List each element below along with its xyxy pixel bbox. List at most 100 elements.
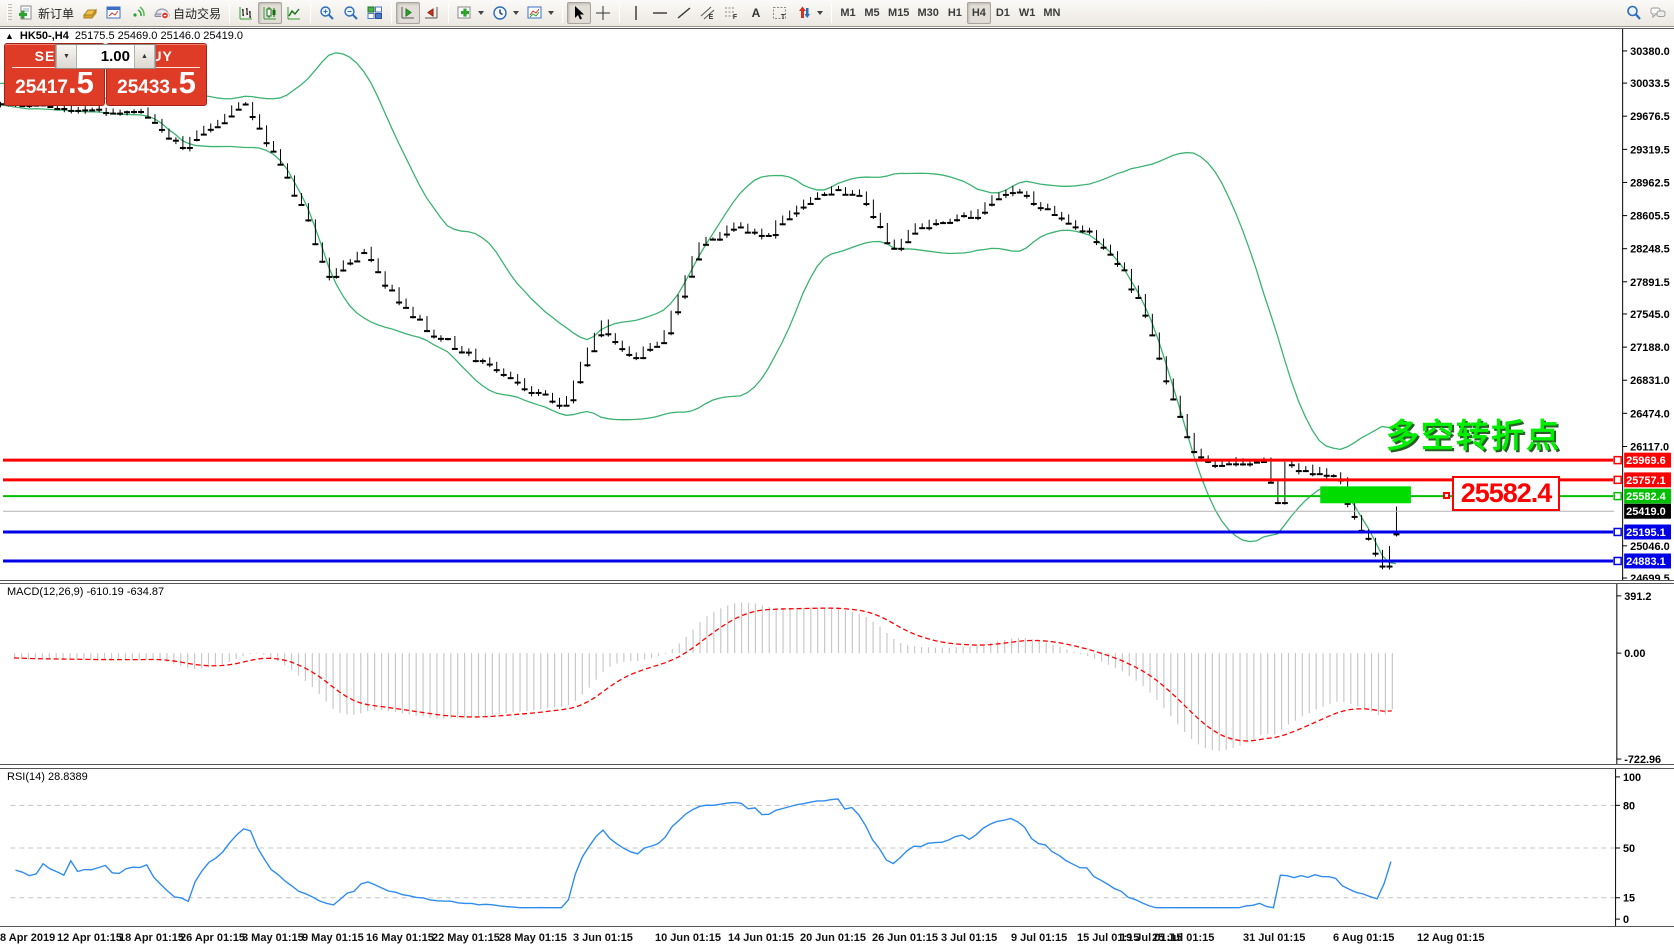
toolbar-tf-m1-button[interactable]: M1 [836,2,860,24]
time-label: 26 Jun 01:15 [872,932,938,944]
auto-trading-icon [154,5,170,21]
toolbar-candlestick-chart-button[interactable] [258,2,282,24]
dropdown-arrow-icon [548,11,554,15]
svg-text:26117.0: 26117.0 [1630,441,1669,453]
time-label: 3 May 01:15 [242,932,304,944]
toolbar-trendline-button[interactable] [672,2,696,24]
toolbar-vertical-line-button[interactable] [624,2,648,24]
toolbar-auto-trading-button[interactable]: 自动交易 [150,2,225,24]
toolbar-text-button[interactable]: A [744,2,768,24]
svg-text:25046.0: 25046.0 [1630,541,1670,553]
toolbar-crosshair-button[interactable] [591,2,615,24]
profiles-icon [82,5,98,21]
buy-price: 25433.5 [107,65,206,101]
svg-text:0: 0 [1623,914,1629,926]
svg-text:30380.0: 30380.0 [1630,46,1670,58]
toolbar-grip[interactable] [7,4,12,22]
toolbar-tf-m5-button[interactable]: M5 [860,2,884,24]
bollinger-lower-band[interactable] [0,104,1396,564]
toolbar-zoom-out-button[interactable] [339,2,363,24]
svg-text:29676.5: 29676.5 [1630,111,1670,123]
toolbar-tf-w1-button[interactable]: W1 [1015,2,1040,24]
toolbar-tf-mn-button[interactable]: MN [1039,2,1064,24]
svg-text:25419.0: 25419.0 [1626,506,1666,518]
one-click-trade-panel: SELL 25417.5 BUY 25433.5 ▼ ▲ [4,43,207,106]
time-label: 3 Jun 01:15 [573,932,633,944]
time-label: 3 Jul 01:15 [941,932,997,944]
time-label: 14 Jun 01:15 [728,932,794,944]
toolbar-bar-chart-button[interactable] [234,2,258,24]
toolbar-tf-d1-label: D1 [996,7,1010,19]
toolbar-chart-shift-button[interactable] [420,2,444,24]
toolbar-signals-button[interactable] [126,2,150,24]
toolbar-tile-windows-button[interactable] [363,2,387,24]
time-label: 6 Aug 01:15 [1333,932,1394,944]
toolbar-tf-m30-label: M30 [917,7,938,19]
text-icon: A [748,5,764,21]
price-callout-anchor[interactable] [1443,492,1450,499]
bar-chart-icon [238,5,254,21]
volume-decrease-button[interactable]: ▼ [56,45,77,68]
toolbar-arrows-button[interactable] [792,2,827,24]
price-chart-pane[interactable]: 25969.625757.125582.425195.124883.125419… [0,28,1674,581]
toolbar-tf-d1-button[interactable]: D1 [991,2,1015,24]
time-label: 26 Apr 01:15 [180,932,245,944]
svg-text:391.2: 391.2 [1624,591,1651,603]
one-click-collapse-icon[interactable]: ▲ [5,31,14,41]
volume-stepper: ▼ ▲ [55,44,156,69]
svg-text:27188.0: 27188.0 [1630,342,1670,354]
volume-increase-button[interactable]: ▲ [134,45,155,68]
toolbar-tf-h4-button[interactable]: H4 [967,2,991,24]
green-zone-annotation[interactable] [1320,486,1411,503]
candle-wicks [1,100,1397,570]
macd-pane[interactable]: 391.20.00-722.96 [0,583,1674,765]
rsi-pane[interactable]: 1008050150 [0,768,1674,927]
turning-point-annotation[interactable]: 多空转折点 [1386,409,1561,457]
candlestick-chart-icon [262,5,278,21]
toolbar-text-label-button[interactable]: T [768,2,792,24]
toolbar-separator [831,3,832,23]
toolbar-separator [562,3,563,23]
toolbar-horizontal-line-button[interactable] [648,2,672,24]
bollinger-upper-band[interactable] [0,53,1396,450]
time-axis[interactable]: 8 Apr 201912 Apr 01:1518 Apr 01:1526 Apr… [0,929,1674,951]
toolbar-profiles-button[interactable] [78,2,102,24]
chart-shift-icon [424,5,440,21]
toolbar-cursor-button[interactable] [567,2,591,24]
toolbar-search-button[interactable] [1622,2,1646,24]
toolbar-equidistant-channel-button[interactable]: E [696,2,720,24]
macd-histogram [15,602,1393,750]
auto-scroll-icon [400,5,416,21]
toolbar-line-chart-button[interactable] [282,2,306,24]
toolbar-periods-button[interactable] [488,2,523,24]
toolbar-chat-button[interactable] [1646,2,1670,24]
svg-text:80: 80 [1623,800,1635,812]
crosshair-icon [595,5,611,21]
svg-text:24883.1: 24883.1 [1626,556,1666,568]
volume-input[interactable] [77,45,134,68]
toolbar-tf-m15-button[interactable]: M15 [884,2,913,24]
svg-text:28605.5: 28605.5 [1630,211,1670,223]
toolbar-new-chart-button[interactable] [102,2,126,24]
toolbar-new-order-button[interactable]: 新订单 [15,2,78,24]
toolbar-auto-scroll-button[interactable] [396,2,420,24]
svg-text:T: T [781,14,786,21]
toolbar-new-order-label: 新订单 [38,5,74,22]
chart-header: ▲ HK50-,H4 25175.5 25469.0 25146.0 25419… [5,30,243,42]
candles[interactable] [0,104,1399,568]
price-callout-box[interactable]: 25582.4 [1452,476,1560,511]
toolbar-templates-button[interactable] [523,2,558,24]
toolbar-indicators-button[interactable] [453,2,488,24]
svg-text:E: E [709,14,714,21]
chart-symbol-period: HK50-,H4 [20,30,69,42]
svg-text:25757.1: 25757.1 [1626,475,1666,487]
toolbar-tf-m30-button[interactable]: M30 [913,2,942,24]
toolbar-tf-mn-label: MN [1043,7,1060,19]
time-label: 12 Apr 01:15 [57,932,122,944]
toolbar-tf-h1-button[interactable]: H1 [943,2,967,24]
toolbar-fibonacci-button[interactable]: F [720,2,744,24]
svg-text:-722.96: -722.96 [1624,754,1661,765]
toolbar-zoom-in-button[interactable] [315,2,339,24]
toolbar-separator [229,3,230,23]
toolbar-tf-m5-label: M5 [864,7,879,19]
